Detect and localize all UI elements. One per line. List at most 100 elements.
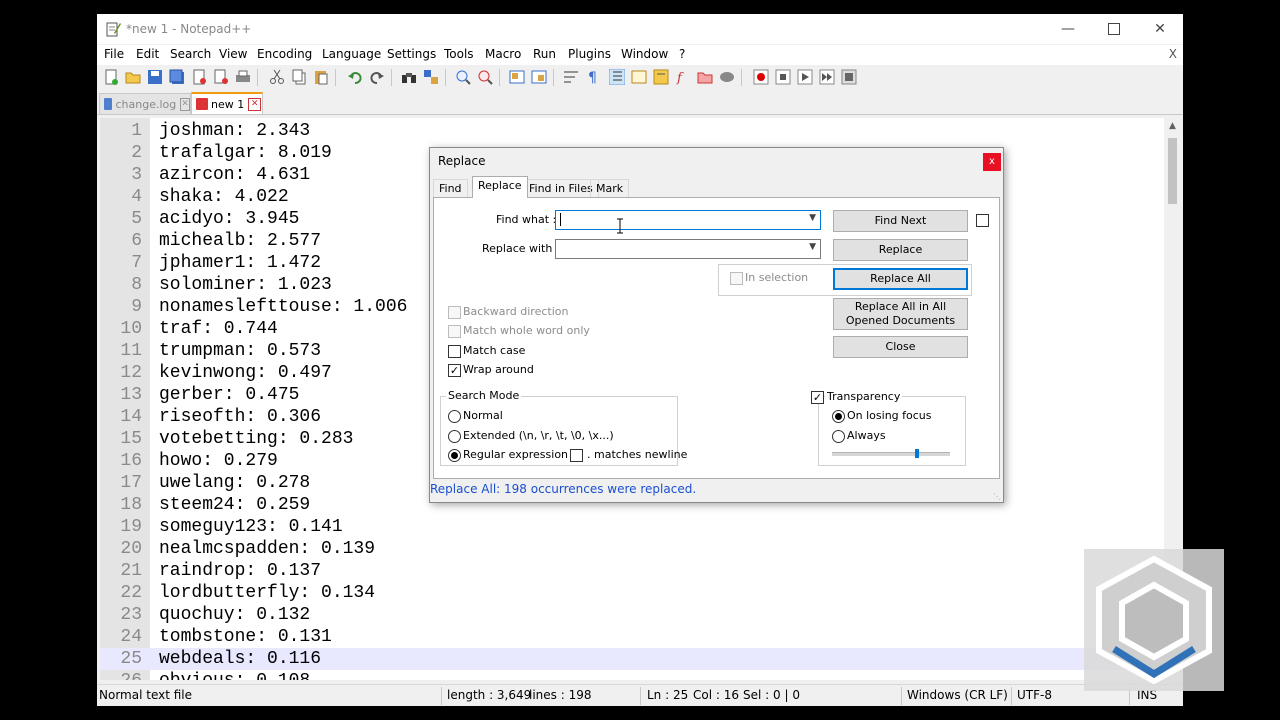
record-macro-icon[interactable] — [753, 69, 769, 85]
tab-replace[interactable]: Replace — [472, 176, 528, 198]
always-radio[interactable] — [832, 430, 845, 443]
editor-line[interactable]: 23 quochuy: 0.132 — [100, 604, 1164, 626]
on-losing-focus-radio[interactable] — [832, 410, 845, 423]
play-macro-icon[interactable] — [797, 69, 813, 85]
open-file-icon[interactable] — [125, 69, 141, 85]
editor-line[interactable]: 21 raindrop: 0.137 — [100, 560, 1164, 582]
in-selection-checkbox[interactable] — [730, 272, 743, 285]
menu-macro[interactable]: Macro — [485, 47, 521, 61]
transparency-slider-thumb[interactable] — [914, 449, 919, 458]
scroll-up-arrow-icon[interactable]: ▲ — [1164, 118, 1181, 135]
line-number: 16 — [120, 451, 142, 471]
dialog-close-text-button[interactable]: Close — [833, 336, 968, 358]
tab-find-in-files[interactable]: Find in Files — [523, 179, 599, 198]
find-next-button[interactable]: Find Next — [833, 210, 968, 232]
replace-icon[interactable] — [423, 69, 439, 85]
paste-icon[interactable] — [313, 69, 329, 85]
close-document-x[interactable]: X — [1169, 47, 1177, 61]
menu-window[interactable]: Window — [621, 47, 668, 61]
zoom-in-icon[interactable] — [455, 69, 471, 85]
matches-newline-checkbox[interactable] — [570, 449, 583, 462]
wrap-around-checkbox[interactable]: ✓ — [448, 364, 461, 377]
normal-radio[interactable] — [448, 410, 461, 423]
replace-all-opened-button[interactable]: Replace All in All Opened Documents — [833, 298, 968, 330]
close-window-button[interactable]: ✕ — [1137, 14, 1183, 44]
folder-as-workspace-icon[interactable] — [697, 69, 713, 85]
word-wrap-icon[interactable] — [563, 69, 579, 85]
transparency-checkbox[interactable]: ✓ — [811, 391, 824, 404]
editor-line[interactable]: 24 tombstone: 0.131 — [100, 626, 1164, 648]
transparency-slider[interactable] — [832, 452, 950, 456]
editor-line[interactable]: 22 lordbutterfly: 0.134 — [100, 582, 1164, 604]
menu-view[interactable]: View — [219, 47, 247, 61]
tab-mark[interactable]: Mark — [590, 179, 630, 198]
close-tab-icon[interactable]: ✕ — [248, 97, 262, 111]
find-what-combo[interactable]: ▼ — [555, 210, 821, 230]
editor-line[interactable]: 1 joshman: 2.343 — [100, 120, 1164, 142]
editor-line[interactable]: 20 nealmcspadden: 0.139 — [100, 538, 1164, 560]
zoom-out-icon[interactable] — [477, 69, 493, 85]
replace-all-button[interactable]: Replace All — [833, 268, 968, 290]
sync-horizontal-icon[interactable] — [531, 69, 547, 85]
menu-language[interactable]: Language — [322, 47, 381, 61]
find-next-option-checkbox[interactable] — [976, 214, 989, 227]
print-icon[interactable] — [235, 69, 251, 85]
menu-settings[interactable]: Settings — [387, 47, 436, 61]
tab-change-log[interactable]: change.log ✕ — [99, 93, 191, 115]
menu-encoding[interactable]: Encoding — [257, 47, 312, 61]
sync-vertical-icon[interactable] — [509, 69, 525, 85]
tab-find[interactable]: Find — [433, 179, 468, 198]
cut-icon[interactable] — [269, 69, 285, 85]
undo-icon[interactable] — [347, 69, 363, 85]
run-macro-multiple-icon[interactable] — [819, 69, 835, 85]
save-macro-icon[interactable] — [841, 69, 857, 85]
monitoring-icon[interactable] — [719, 69, 735, 85]
menu-tools[interactable]: Tools — [444, 47, 474, 61]
redo-icon[interactable] — [369, 69, 385, 85]
language-icon[interactable] — [631, 69, 647, 85]
chevron-down-icon[interactable]: ▼ — [809, 213, 816, 223]
status-divider — [640, 687, 641, 705]
resize-grip-icon[interactable]: ⋱ — [993, 492, 1001, 501]
line-text: jphamer1: 1.472 — [159, 253, 322, 273]
stop-macro-icon[interactable] — [775, 69, 791, 85]
menu-run[interactable]: Run — [533, 47, 556, 61]
close-all-icon[interactable] — [213, 69, 229, 85]
editor-line[interactable]: 26 obvious: 0.108 — [100, 670, 1164, 680]
close-file-icon[interactable] — [191, 69, 207, 85]
chevron-down-icon[interactable]: ▼ — [809, 242, 816, 252]
status-encoding[interactable]: UTF-8 — [1017, 688, 1052, 702]
status-eol[interactable]: Windows (CR LF) — [907, 688, 1008, 702]
editor-line[interactable]: 19 someguy123: 0.141 — [100, 516, 1164, 538]
status-lines: lines : 198 — [529, 688, 592, 702]
backward-direction-checkbox[interactable] — [448, 306, 461, 319]
maximize-button[interactable] — [1091, 14, 1137, 44]
document-map-icon[interactable] — [653, 69, 669, 85]
editor-line[interactable]: 25 webdeals: 0.116 — [100, 648, 1164, 670]
extended-radio[interactable] — [448, 430, 461, 443]
menu-plugins[interactable]: Plugins — [568, 47, 611, 61]
save-all-icon[interactable] — [169, 69, 185, 85]
close-tab-icon[interactable]: ✕ — [180, 97, 190, 111]
tab-new-1[interactable]: new 1 ✕ — [191, 92, 263, 115]
copy-icon[interactable] — [291, 69, 307, 85]
document-tab-bar: change.log ✕ new 1 ✕ — [97, 90, 1183, 115]
menu-search[interactable]: Search — [170, 47, 211, 61]
indent-guide-icon[interactable] — [609, 69, 625, 85]
find-icon[interactable] — [401, 69, 417, 85]
show-all-characters-icon[interactable]: ¶ — [585, 69, 601, 85]
menu-file[interactable]: File — [104, 47, 124, 61]
menu-help[interactable]: ? — [679, 47, 685, 61]
function-list-icon[interactable]: f — [675, 69, 691, 85]
scrollbar-thumb[interactable] — [1168, 138, 1177, 204]
new-file-icon[interactable] — [103, 69, 119, 85]
replace-button[interactable]: Replace — [833, 239, 968, 261]
dialog-close-button[interactable]: x — [983, 153, 1001, 171]
menu-edit[interactable]: Edit — [136, 47, 159, 61]
regular-expression-radio[interactable] — [448, 449, 461, 462]
match-whole-word-checkbox[interactable] — [448, 325, 461, 338]
replace-with-combo[interactable]: ▼ — [555, 239, 821, 259]
minimize-button[interactable]: — — [1045, 14, 1091, 44]
save-icon[interactable] — [147, 69, 163, 85]
match-case-checkbox[interactable] — [448, 345, 461, 358]
